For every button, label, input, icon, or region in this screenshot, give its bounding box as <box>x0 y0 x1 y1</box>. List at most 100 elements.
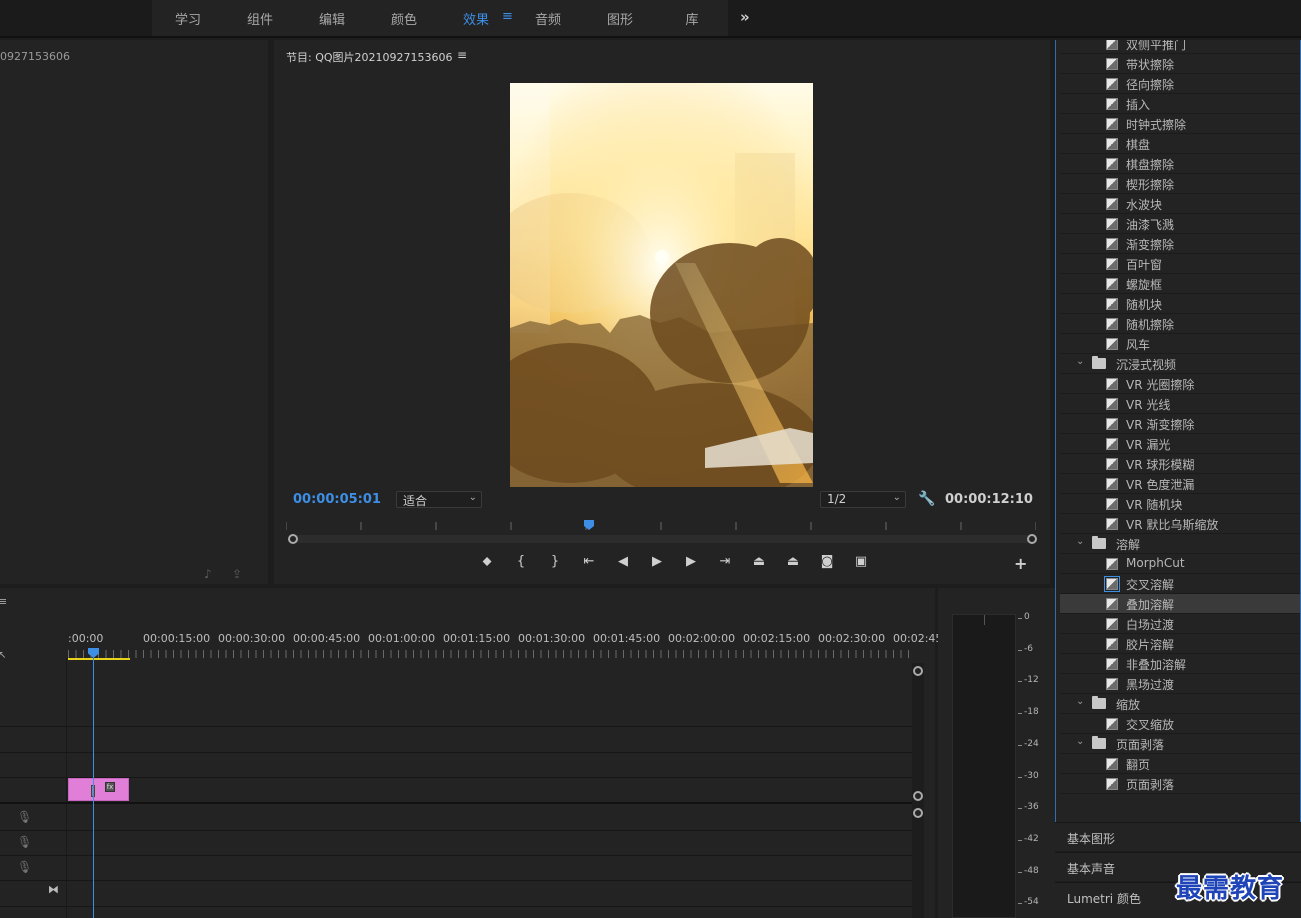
settings-wrench-icon[interactable]: 🔧 <box>918 491 935 507</box>
tab-editing[interactable]: 编辑 <box>296 9 368 28</box>
effect-item[interactable]: 非叠加溶解 <box>1060 654 1300 674</box>
video-scroll-handle-top[interactable] <box>913 666 923 676</box>
effect-item[interactable]: 叠加溶解 <box>1060 594 1300 614</box>
tab-graphics[interactable]: 图形 <box>584 9 656 28</box>
db-label: -42 <box>1024 833 1039 844</box>
tab-libraries[interactable]: 库 <box>656 9 728 28</box>
effect-item[interactable]: 渐变擦除 <box>1060 234 1300 254</box>
tab-effects[interactable]: 效果 ≡ <box>440 9 513 28</box>
folder-icon <box>1092 696 1106 709</box>
transition-icon <box>1106 118 1118 130</box>
effect-item[interactable]: VR 光圈擦除 <box>1060 374 1300 394</box>
effect-item[interactable]: VR 色度泄漏 <box>1060 474 1300 494</box>
db-label: -48 <box>1024 865 1039 876</box>
effect-item[interactable]: 翻页 <box>1060 754 1300 774</box>
export-frame-icon[interactable]: ⇪ <box>232 567 242 581</box>
mark-in-icon[interactable]: { <box>504 554 538 574</box>
effect-item[interactable]: 水波块 <box>1060 194 1300 214</box>
program-menu-icon[interactable]: ≡ <box>457 48 467 62</box>
timeline-ruler[interactable]: :00:00 00:00:15:00 00:00:30:00 00:00:45:00 0… <box>68 618 946 918</box>
effect-item[interactable]: 棋盘擦除 <box>1060 154 1300 174</box>
effect-item[interactable]: 交叉缩放 <box>1060 714 1300 734</box>
effect-item[interactable]: VR 光线 <box>1060 394 1300 414</box>
effect-item[interactable]: VR 随机块 <box>1060 494 1300 514</box>
timeline-menu-icon[interactable]: ≡ <box>0 595 7 608</box>
step-back-icon[interactable]: ◀ <box>606 554 640 574</box>
go-to-out-icon[interactable]: ⇥ <box>708 554 742 574</box>
timeline-playhead-line <box>93 654 94 918</box>
step-forward-icon[interactable]: ▶ <box>674 554 708 574</box>
effect-item[interactable]: 百叶窗 <box>1060 254 1300 274</box>
export-frame-icon[interactable]: ◙ <box>810 554 844 574</box>
effect-item[interactable]: 螺旋框 <box>1060 274 1300 294</box>
play-icon[interactable]: ▶ <box>640 554 674 574</box>
effect-item[interactable]: 风车 <box>1060 334 1300 354</box>
effects-folder[interactable]: ⌄ 沉浸式视频 <box>1060 354 1300 374</box>
effect-item[interactable]: 页面剥落 <box>1060 774 1300 794</box>
current-timecode[interactable]: 00:00:05:01 <box>293 492 381 507</box>
mic-icon[interactable]: 🎙 <box>17 810 32 824</box>
more-workspaces-button[interactable]: » <box>740 8 750 26</box>
playback-resolution-select[interactable]: 1/2 ⌄ <box>820 491 906 508</box>
track-divider <box>0 830 912 831</box>
transition-icon <box>1106 678 1118 690</box>
chevron-down-icon[interactable]: ⌄ <box>1076 356 1084 367</box>
program-time-ruler[interactable] <box>286 522 1036 530</box>
effect-item[interactable]: VR 默比乌斯缩放 <box>1060 514 1300 534</box>
effect-item[interactable]: 插入 <box>1060 94 1300 114</box>
db-tick <box>1018 649 1022 651</box>
effect-item[interactable]: 黑场过渡 <box>1060 674 1300 694</box>
effect-item[interactable]: VR 漏光 <box>1060 434 1300 454</box>
audio-meter-panel: 0 -6 -12 -18 -24 -30 -36 -42 -48 -54 <box>938 588 1055 918</box>
insert-audio-icon[interactable]: ♪ <box>204 567 212 581</box>
add-marker-icon[interactable]: ⬥ <box>470 554 504 574</box>
effect-item[interactable]: VR 球形模糊 <box>1060 454 1300 474</box>
transition-icon <box>1106 218 1118 230</box>
zoom-handle-left[interactable] <box>288 534 298 544</box>
effect-item[interactable]: 楔形擦除 <box>1060 174 1300 194</box>
master-track-icon[interactable]: ⧓ <box>48 883 59 896</box>
work-area-bar[interactable] <box>68 658 130 660</box>
video-scroll-handle-bottom[interactable] <box>913 791 923 801</box>
zoom-level-select[interactable]: 适合 ⌄ <box>396 491 482 508</box>
effect-item[interactable]: 交叉溶解 <box>1060 574 1300 594</box>
video-clip[interactable]: fx <box>68 778 129 801</box>
chevron-down-icon[interactable]: ⌄ <box>1076 736 1084 747</box>
tab-assembly[interactable]: 组件 <box>224 9 296 28</box>
tab-color[interactable]: 颜色 <box>368 9 440 28</box>
essential-graphics-panel-tab[interactable]: 基本图形 <box>1055 822 1301 851</box>
effects-folder[interactable]: ⌄ 页面剥落 <box>1060 734 1300 754</box>
extract-icon[interactable]: ⏏ <box>776 554 810 574</box>
effect-item[interactable]: 胶片溶解 <box>1060 634 1300 654</box>
effect-item[interactable]: VR 渐变擦除 <box>1060 414 1300 434</box>
tab-audio[interactable]: 音频 <box>512 9 584 28</box>
effect-item[interactable]: 时钟式擦除 <box>1060 114 1300 134</box>
comparison-view-icon[interactable]: ▣ <box>844 554 878 574</box>
effect-item[interactable]: 随机擦除 <box>1060 314 1300 334</box>
mic-icon[interactable]: 🎙 <box>17 860 32 874</box>
effect-item[interactable]: 带状擦除 <box>1060 54 1300 74</box>
go-to-in-icon[interactable]: ⇤ <box>572 554 606 574</box>
effect-item[interactable]: 棋盘 <box>1060 134 1300 154</box>
button-editor-plus-icon[interactable]: + <box>1014 554 1027 573</box>
effect-item[interactable]: 白场过渡 <box>1060 614 1300 634</box>
effects-folder[interactable]: ⌄ 溶解 <box>1060 534 1300 554</box>
mic-icon[interactable]: 🎙 <box>17 835 32 849</box>
lift-icon[interactable]: ⏏ <box>742 554 776 574</box>
effect-item[interactable]: 双侧平推门 <box>1060 40 1300 54</box>
effect-item[interactable]: 随机块 <box>1060 294 1300 314</box>
zoom-scroll-bar[interactable] <box>292 535 1032 543</box>
audio-scroll-handle-top[interactable] <box>913 808 923 818</box>
effect-item[interactable]: 径向擦除 <box>1060 74 1300 94</box>
mark-out-icon[interactable]: } <box>538 554 572 574</box>
chevron-down-icon[interactable]: ⌄ <box>1076 536 1084 547</box>
effect-item[interactable]: 油漆飞溅 <box>1060 214 1300 234</box>
transition-icon <box>1106 558 1118 570</box>
chevron-down-icon[interactable]: ⌄ <box>1076 696 1084 707</box>
effect-item[interactable]: MorphCut <box>1060 554 1300 574</box>
db-tick <box>1018 713 1022 715</box>
zoom-handle-right[interactable] <box>1027 534 1037 544</box>
effects-folder[interactable]: ⌄ 缩放 <box>1060 694 1300 714</box>
tab-learn[interactable]: 学习 <box>152 9 224 28</box>
program-monitor-title[interactable]: 节目: QQ图片20210927153606 <box>286 49 453 65</box>
